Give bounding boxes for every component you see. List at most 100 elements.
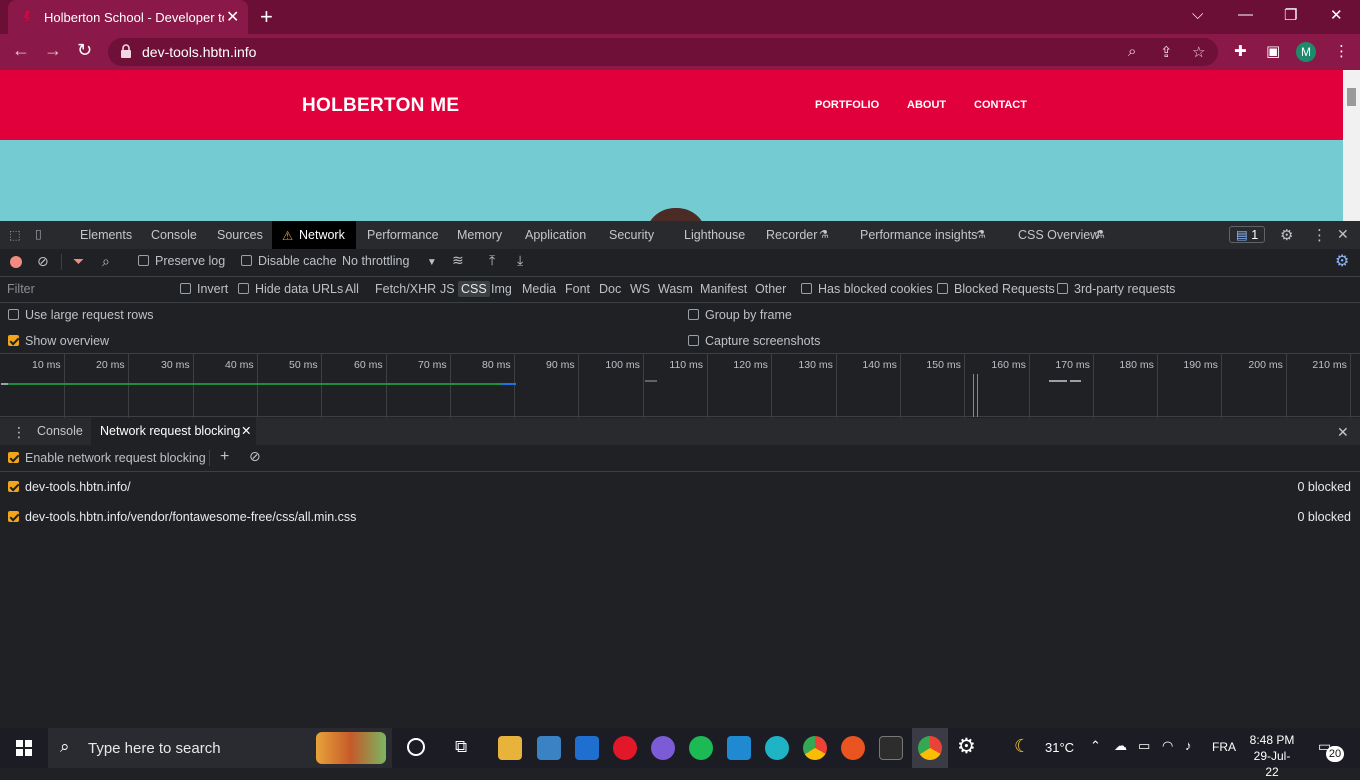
network-conditions-wifi-icon[interactable]: ≋ [452, 252, 464, 269]
nav-portfolio-link[interactable]: PORTFOLIO [815, 99, 879, 111]
tab-performance[interactable]: Performance [367, 228, 439, 242]
tab-search-chevron-icon[interactable]: ⌵ [1192, 6, 1203, 23]
import-har-icon[interactable]: ⤒ [489, 252, 495, 269]
drawer-menu-icon[interactable]: ⋮ [12, 424, 26, 441]
language-indicator[interactable]: FRA [1212, 740, 1236, 754]
show-hidden-icons-chevron-icon[interactable]: ⌃ [1090, 738, 1101, 754]
weather-temperature[interactable]: 31°C [1045, 740, 1074, 755]
windows-start-icon[interactable] [16, 740, 32, 756]
preserve-log-checkbox[interactable]: Preserve log [138, 254, 225, 268]
scrollbar-thumb[interactable] [1347, 88, 1356, 106]
tab-application[interactable]: Application [525, 228, 586, 242]
tab-security[interactable]: Security [609, 228, 654, 242]
extensions-puzzle-icon[interactable]: ✚ [1234, 42, 1247, 60]
tab-close-icon[interactable]: ✕ [226, 7, 239, 27]
add-pattern-icon[interactable]: + [220, 448, 229, 466]
cloud-icon[interactable]: ☁ [1114, 738, 1127, 754]
battery-icon[interactable]: ▭ [1138, 738, 1150, 754]
opera-icon[interactable] [613, 736, 637, 760]
avatar[interactable]: M [1296, 42, 1316, 62]
filter-type-all[interactable]: All [345, 282, 359, 296]
device-toolbar-icon[interactable]: ▯ [35, 226, 42, 241]
filter-funnel-icon[interactable]: ⏷ [73, 253, 84, 270]
microsoft-store-icon[interactable] [537, 736, 561, 760]
zoom-icon[interactable]: ⌕ [1128, 43, 1136, 60]
chrome-menu-icon[interactable]: ⋮ [1334, 42, 1349, 60]
side-panel-icon[interactable]: ▣ [1266, 42, 1280, 60]
reload-button[interactable]: ↻ [77, 40, 92, 61]
volume-icon[interactable]: ♪ [1185, 738, 1192, 753]
site-brand[interactable]: HOLBERTON ME [302, 95, 459, 117]
more-options-icon[interactable]: ⋮ [1312, 226, 1327, 244]
hide-data-urls-checkbox[interactable]: Hide data URLs [238, 282, 343, 296]
chrome-icon[interactable] [803, 736, 827, 760]
settings-gear-icon[interactable]: ⚙ [957, 734, 976, 759]
invert-checkbox[interactable]: Invert [180, 282, 228, 296]
chrome-profile-icon[interactable] [918, 736, 942, 760]
drawer-tab-console[interactable]: Console [37, 424, 83, 438]
bookmark-star-icon[interactable]: ☆ [1192, 43, 1205, 61]
tab-sources[interactable]: Sources [217, 228, 263, 242]
forward-button[interactable]: → [44, 40, 62, 61]
record-icon[interactable] [10, 256, 22, 268]
network-overview-timeline[interactable]: 10 ms 20 ms 30 ms 40 ms 50 ms 60 ms 70 ms 80 ms… [0, 353, 1360, 418]
ubuntu-icon[interactable] [841, 736, 865, 760]
spotify-icon[interactable] [689, 736, 713, 760]
tab-elements[interactable]: Elements [80, 228, 132, 242]
cortana-icon[interactable] [407, 738, 425, 756]
tab-css-overview[interactable]: CSS Overview [1018, 228, 1099, 242]
restore-button[interactable]: ❐ [1284, 6, 1297, 24]
canva-icon[interactable] [765, 736, 789, 760]
system-clock[interactable]: 8:48 PM 29-Jul-22 [1248, 732, 1296, 780]
filter-type-ws[interactable]: WS [630, 282, 650, 296]
vscode-icon[interactable] [727, 736, 751, 760]
tab-console[interactable]: Console [151, 228, 197, 242]
export-har-icon[interactable]: ⤓ [517, 252, 523, 269]
search-icon[interactable]: ⌕ [102, 253, 110, 270]
wifi-icon[interactable]: ◠ [1162, 738, 1173, 754]
close-devtools-icon[interactable]: ✕ [1337, 226, 1349, 243]
browser-tab[interactable]: Holberton School - Developer to ✕ [8, 0, 248, 34]
remove-all-patterns-icon[interactable]: ⊘ [249, 448, 261, 465]
terminal-icon[interactable] [879, 736, 903, 760]
network-settings-gear-icon[interactable]: ⚙ [1335, 251, 1349, 271]
third-party-checkbox[interactable]: 3rd-party requests [1057, 282, 1175, 296]
has-blocked-cookies-checkbox[interactable]: Has blocked cookies [801, 282, 933, 296]
address-bar[interactable]: dev-tools.hbtn.info ⌕ ⇪ ☆ [108, 38, 1218, 66]
tab-memory[interactable]: Memory [457, 228, 502, 242]
share-icon[interactable]: ⇪ [1160, 43, 1173, 61]
drawer-tab-network-request-blocking[interactable]: Network request blocking ✕ [91, 418, 256, 445]
pattern-checkbox[interactable]: dev-tools.hbtn.info/ [8, 480, 131, 494]
filter-type-fetch-xhr[interactable]: Fetch/XHR [375, 282, 436, 296]
filter-type-other[interactable]: Other [755, 282, 786, 296]
filter-type-img[interactable]: Img [491, 282, 512, 296]
filter-type-manifest[interactable]: Manifest [700, 282, 747, 296]
discord-icon[interactable] [651, 736, 675, 760]
taskbar-search-box[interactable]: ⌕ Type here to search [48, 728, 392, 768]
tab-network[interactable]: Network [299, 228, 345, 242]
blocked-pattern-row[interactable]: dev-tools.hbtn.info/vendor/fontawesome-f… [0, 506, 1360, 530]
filter-type-font[interactable]: Font [565, 282, 590, 296]
filter-type-doc[interactable]: Doc [599, 282, 621, 296]
task-view-icon[interactable]: ⧉ [455, 737, 467, 757]
filter-type-media[interactable]: Media [522, 282, 556, 296]
pattern-checkbox[interactable]: dev-tools.hbtn.info/vendor/fontawesome-f… [8, 510, 356, 524]
blocked-pattern-row[interactable]: dev-tools.hbtn.info/ 0 blocked [0, 476, 1360, 500]
filter-type-css[interactable]: CSS [458, 281, 490, 297]
large-rows-checkbox[interactable]: Use large request rows [8, 308, 154, 322]
page-scrollbar[interactable] [1343, 70, 1360, 221]
tab-recorder[interactable]: Recorder [766, 228, 817, 242]
inspect-element-icon[interactable]: ⬚ [9, 227, 21, 242]
enable-blocking-checkbox[interactable]: Enable network request blocking [8, 451, 206, 465]
file-explorer-icon[interactable] [498, 736, 522, 760]
group-by-frame-checkbox[interactable]: Group by frame [688, 308, 792, 322]
close-drawer-icon[interactable]: ✕ [1337, 424, 1349, 441]
window-close-button[interactable]: ✕ [1330, 6, 1343, 24]
mail-icon[interactable] [575, 736, 599, 760]
issues-counter[interactable]: ▤ 1 [1229, 226, 1266, 243]
clear-icon[interactable]: ⊘ [37, 253, 49, 270]
filter-type-js[interactable]: JS [440, 282, 455, 296]
new-tab-button[interactable]: + [260, 4, 273, 30]
show-overview-checkbox[interactable]: Show overview [8, 334, 109, 348]
back-button[interactable]: ← [12, 40, 30, 61]
